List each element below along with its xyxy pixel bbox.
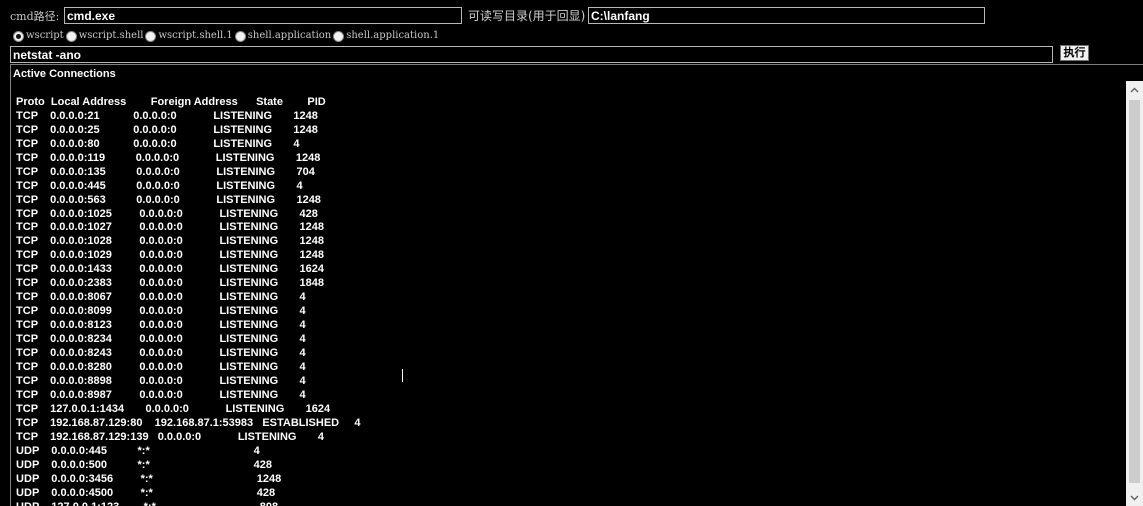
method-option-label: shell.application.1 (346, 30, 440, 41)
output-line: TCP 0.0.0.0:21 0.0.0.0:0 LISTENING 1248 (13, 109, 318, 122)
writable-dir-label: 可读写目录(用于回显) (468, 9, 586, 23)
method-option[interactable]: wscript.shell.1 (145, 30, 233, 42)
cmd-path-label: cmd路径: (10, 10, 60, 23)
output-line: Proto Local Address Foreign Address Stat… (13, 95, 326, 108)
output-line: TCP 127.0.0.1:1434 0.0.0.0:0 LISTENING 1… (13, 402, 331, 415)
method-option[interactable]: wscript.shell (65, 30, 144, 42)
output-line: TCP 0.0.0.0:445 0.0.0.0:0 LISTENING 4 (13, 179, 303, 192)
execute-button[interactable]: 执行 (1060, 45, 1089, 61)
method-option-label: shell.application (247, 30, 332, 41)
output-line: TCP 0.0.0.0:2383 0.0.0.0:0 LISTENING 184… (13, 277, 324, 290)
output-line: TCP 0.0.0.0:1025 0.0.0.0:0 LISTENING 428 (13, 207, 318, 220)
output-line: TCP 0.0.0.0:119 0.0.0.0:0 LISTENING 1248 (13, 151, 321, 164)
method-option[interactable]: shell.application (234, 30, 332, 42)
scroll-down-arrow-icon[interactable] (1126, 489, 1143, 506)
writable-dir-input[interactable] (588, 7, 985, 24)
output-line: TCP 0.0.0.0:8234 0.0.0.0:0 LISTENING 4 (13, 333, 306, 346)
output-line: TCP 0.0.0.0:1433 0.0.0.0:0 LISTENING 162… (13, 263, 324, 276)
output-line: UDP 0.0.0.0:3456 *:* 1248 (13, 472, 282, 485)
scroll-up-arrow-icon[interactable] (1126, 81, 1143, 98)
output-line: TCP 192.168.87.129:139 0.0.0.0:0 LISTENI… (13, 430, 325, 443)
radio-button-icon[interactable] (65, 30, 77, 42)
scrollbar-thumb[interactable] (1129, 100, 1140, 483)
output-line: TCP 0.0.0.0:8280 0.0.0.0:0 LISTENING 4 (13, 361, 306, 374)
output-line: UDP 0.0.0.0:4500 *:* 428 (13, 486, 276, 499)
radio-button-icon[interactable] (13, 30, 24, 42)
output-line: TCP 192.168.87.129:80 192.168.87.1:53983… (13, 416, 361, 429)
top-bar: cmd路径: 可读写目录(用于回显) (0, 0, 1143, 26)
command-output[interactable]: Active Connections Proto Local Address F… (10, 64, 1143, 506)
method-option-label: wscript (26, 30, 64, 41)
radio-button-icon[interactable] (333, 30, 345, 42)
output-line: TCP 0.0.0.0:8243 0.0.0.0:0 LISTENING 4 (13, 347, 306, 360)
output-line: TCP 0.0.0.0:8067 0.0.0.0:0 LISTENING 4 (13, 291, 306, 304)
output-line: TCP 0.0.0.0:1028 0.0.0.0:0 LISTENING 124… (13, 235, 324, 248)
radio-button-icon[interactable] (234, 30, 246, 42)
method-option-label: wscript.shell.1 (158, 30, 233, 41)
command-input[interactable] (10, 46, 1053, 63)
radio-button-icon[interactable] (145, 30, 157, 42)
method-radio-group: wscript wscript.shell wscript.shell.1 shell… (13, 28, 441, 44)
output-line: TCP 0.0.0.0:8898 0.0.0.0:0 LISTENING 4 (13, 374, 306, 387)
output-line: TCP 0.0.0.0:563 0.0.0.0:0 LISTENING 1248 (13, 193, 321, 206)
vertical-scrollbar[interactable] (1126, 81, 1143, 506)
output-line: UDP 0.0.0.0:500 *:* 428 (13, 458, 273, 471)
output-line: TCP 0.0.0.0:8987 0.0.0.0:0 LISTENING 4 (13, 388, 306, 401)
output-text: Active Connections Proto Local Address F… (13, 68, 361, 506)
output-line: TCP 0.0.0.0:1029 0.0.0.0:0 LISTENING 124… (13, 249, 324, 262)
output-line: TCP 0.0.0.0:1027 0.0.0.0:0 LISTENING 124… (13, 221, 324, 234)
output-title: Active Connections (13, 68, 116, 80)
output-line: UDP 0.0.0.0:445 *:* 4 (13, 444, 260, 457)
method-option[interactable]: shell.application.1 (333, 30, 439, 42)
output-line: TCP 0.0.0.0:8123 0.0.0.0:0 LISTENING 4 (13, 319, 306, 332)
output-line: TCP 0.0.0.0:80 0.0.0.0:0 LISTENING 4 (13, 137, 300, 150)
cmd-path-input[interactable] (64, 7, 462, 24)
text-caret (402, 369, 403, 382)
output-line: TCP 0.0.0.0:25 0.0.0.0:0 LISTENING 1248 (13, 123, 318, 136)
method-option[interactable]: wscript (13, 30, 64, 42)
output-line: TCP 0.0.0.0:8099 0.0.0.0:0 LISTENING 4 (13, 305, 306, 318)
method-option-label: wscript.shell (78, 30, 144, 41)
output-line: UDP 127.0.0.1:123 *:* 808 (13, 501, 278, 506)
output-line: TCP 0.0.0.0:135 0.0.0.0:0 LISTENING 704 (13, 165, 315, 178)
